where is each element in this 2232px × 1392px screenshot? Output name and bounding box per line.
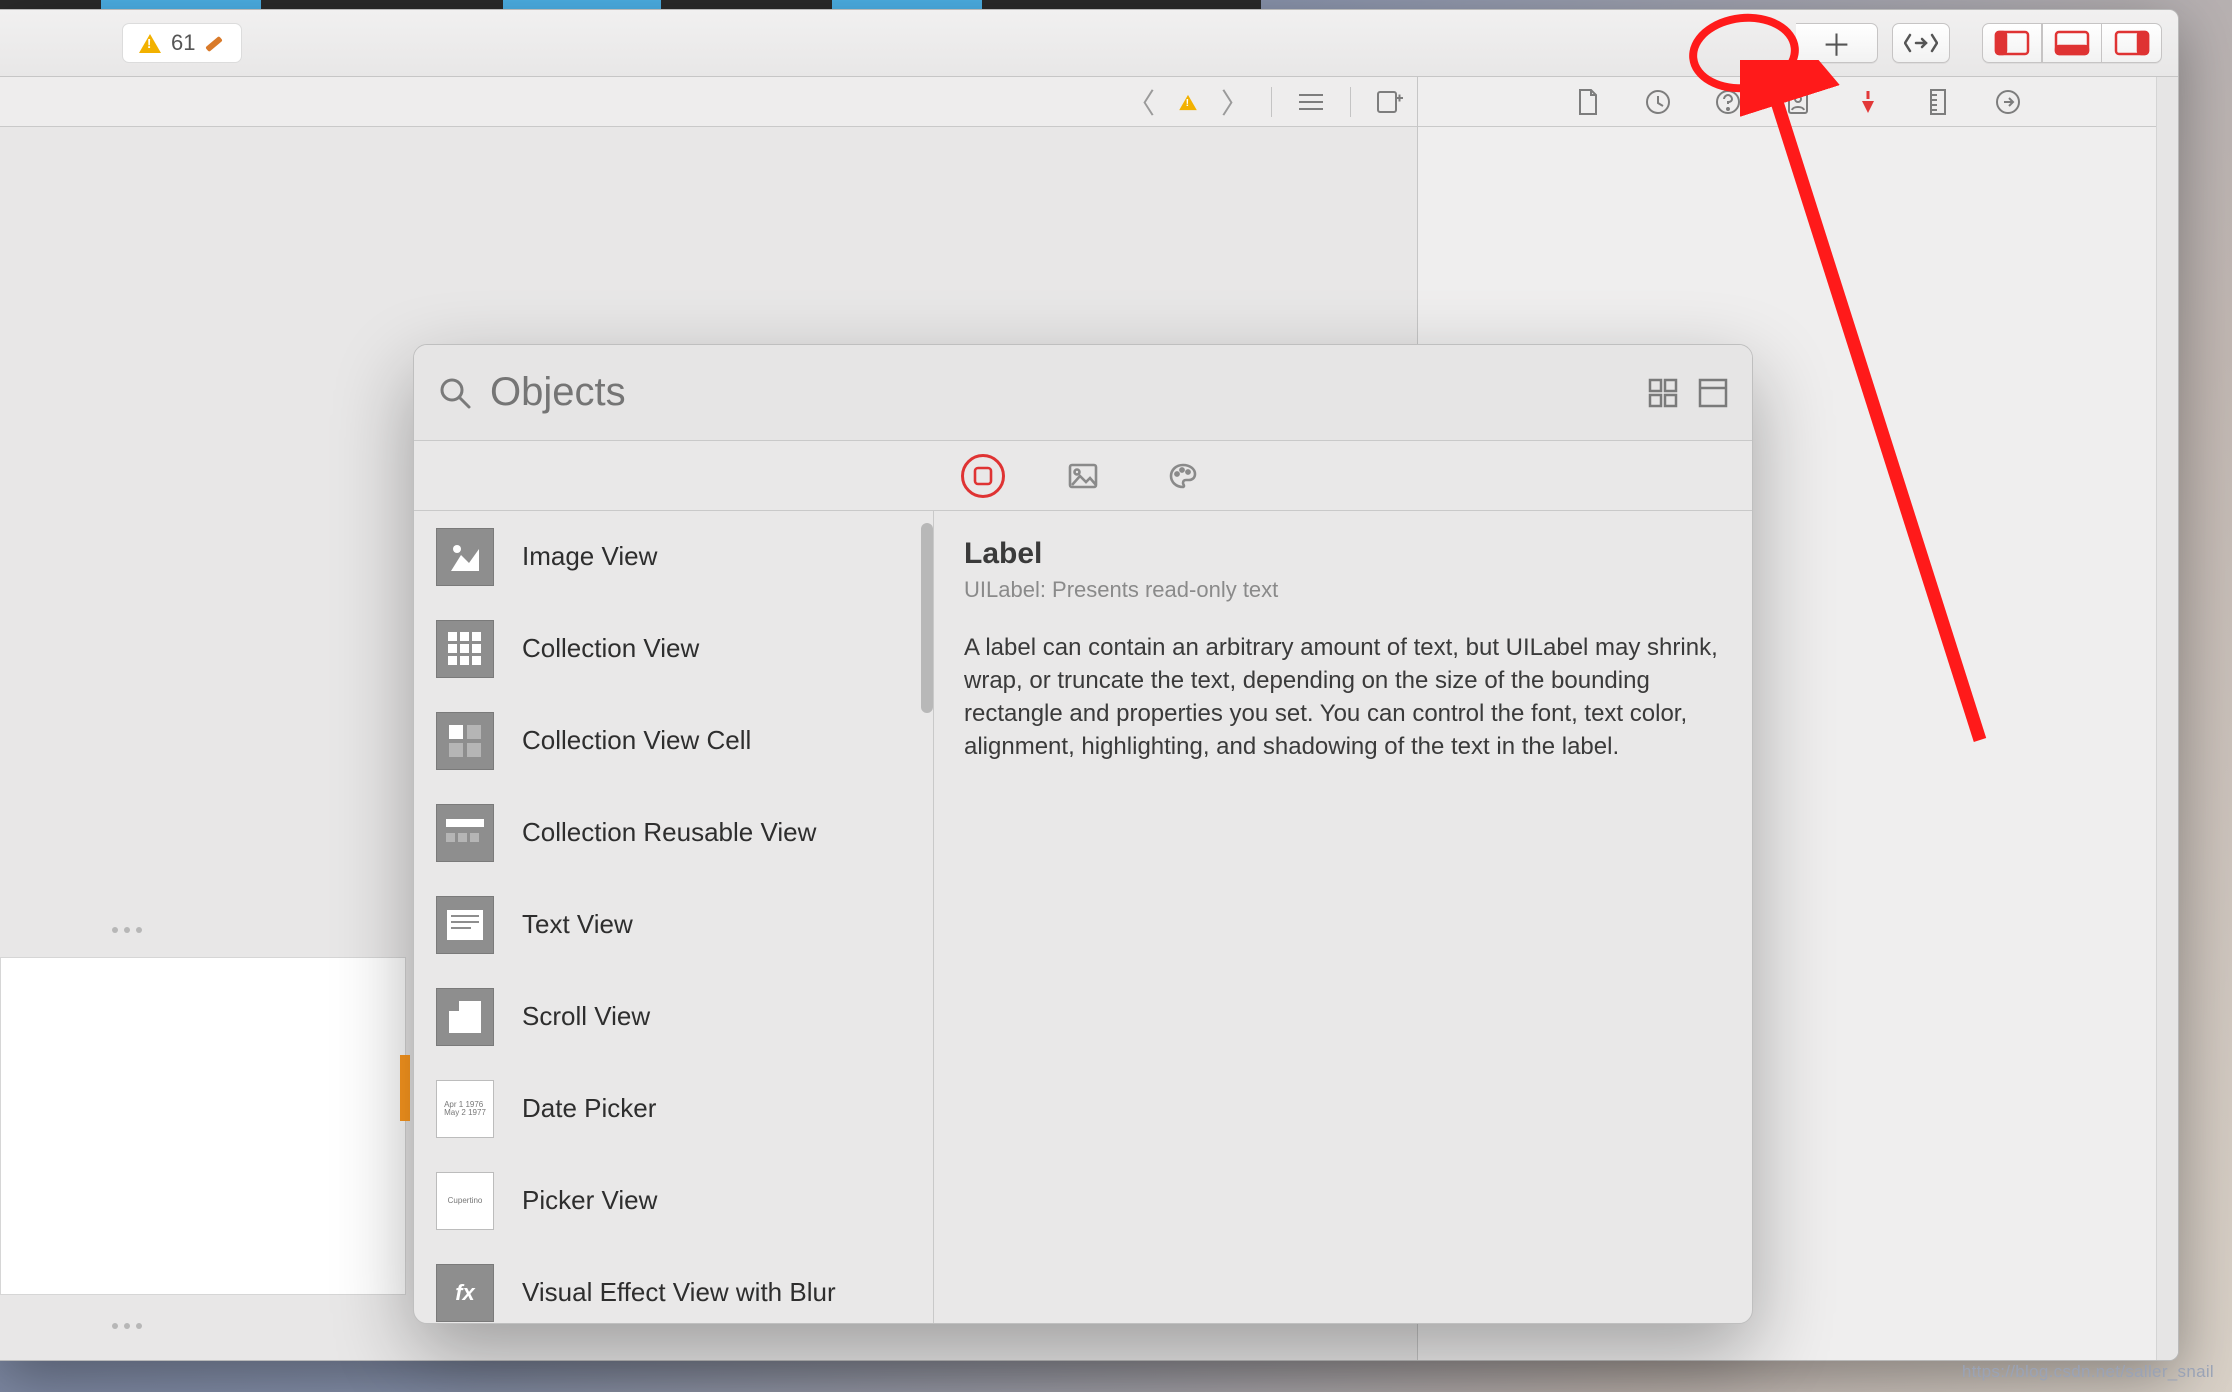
pencil-icon (205, 33, 225, 53)
toggle-right-panel-button[interactable] (2102, 23, 2162, 63)
file-inspector-tab[interactable] (1573, 87, 1603, 117)
inspector-tab-bar (1418, 77, 2178, 127)
detail-title: Label (964, 537, 1722, 571)
list-item[interactable]: Collection View Cell (414, 695, 933, 787)
list-item[interactable]: CupertinoPicker View (414, 1155, 933, 1247)
related-items-button[interactable] (1294, 85, 1328, 119)
object-library-panel: Image View Collection View Collection Vi… (413, 344, 1753, 1324)
objects-category-tab[interactable] (961, 454, 1005, 498)
search-icon (438, 376, 472, 410)
outline-panel[interactable] (0, 957, 406, 1295)
list-item[interactable]: Image View (414, 511, 933, 603)
history-back-button[interactable]: 〈 (1127, 82, 1155, 122)
toggle-left-panel-button[interactable] (1982, 23, 2042, 63)
code-review-button[interactable] (1892, 23, 1950, 63)
list-item[interactable]: Scroll View (414, 971, 933, 1063)
connections-inspector-tab[interactable] (1993, 87, 2023, 117)
grid-view-button[interactable] (1648, 378, 1678, 408)
detail-subtitle: UILabel: Presents read-only text (964, 577, 1722, 603)
panel-toggle-group (1982, 23, 2162, 63)
list-view-button[interactable] (1698, 378, 1728, 408)
attributes-inspector-tab[interactable] (1853, 87, 1883, 117)
object-list[interactable]: Image View Collection View Collection Vi… (414, 511, 934, 1323)
warning-icon (139, 34, 161, 53)
history-forward-button[interactable]: 〉 (1221, 82, 1249, 122)
object-detail: Label UILabel: Presents read-only text A… (934, 511, 1752, 1323)
color-category-tab[interactable] (1161, 454, 1205, 498)
selection-indicator (400, 1055, 410, 1121)
identity-inspector-tab[interactable] (1783, 87, 1813, 117)
list-item[interactable]: Text View (414, 879, 933, 971)
detail-description: A label can contain an arbitrary amount … (964, 631, 1722, 763)
assistant-add-button[interactable] (1373, 85, 1407, 119)
watermark: https://blog.csdn.net/saller_snail (1962, 1362, 2214, 1382)
divider (1271, 87, 1272, 117)
list-item[interactable]: Collection View (414, 603, 933, 695)
list-item[interactable]: fxVisual Effect View with Blur (414, 1247, 933, 1323)
list-item[interactable]: Apr 1 1976May 2 1977Date Picker (414, 1063, 933, 1155)
library-button-group: ＋ (1796, 23, 1878, 63)
issue-count: 61 (171, 30, 195, 56)
library-search-input[interactable] (490, 370, 1630, 415)
warning-icon (1179, 94, 1197, 109)
help-inspector-tab[interactable] (1713, 87, 1743, 117)
size-inspector-tab[interactable] (1923, 87, 1953, 117)
editor-jump-bar: 〈 〉 (0, 77, 1417, 127)
history-inspector-tab[interactable] (1643, 87, 1673, 117)
list-scrollbar-thumb[interactable] (921, 523, 933, 713)
toolbar: 61 ＋ (0, 10, 2178, 77)
divider (1350, 87, 1351, 117)
add-library-button[interactable]: ＋ (1796, 23, 1878, 63)
inspector-scrollbar-track (2156, 77, 2178, 1360)
media-category-tab[interactable] (1061, 454, 1105, 498)
activity-status[interactable]: 61 (122, 23, 242, 63)
list-item[interactable]: Collection Reusable View (414, 787, 933, 879)
toggle-bottom-panel-button[interactable] (2042, 23, 2102, 63)
background-tab-strip (0, 0, 1261, 9)
